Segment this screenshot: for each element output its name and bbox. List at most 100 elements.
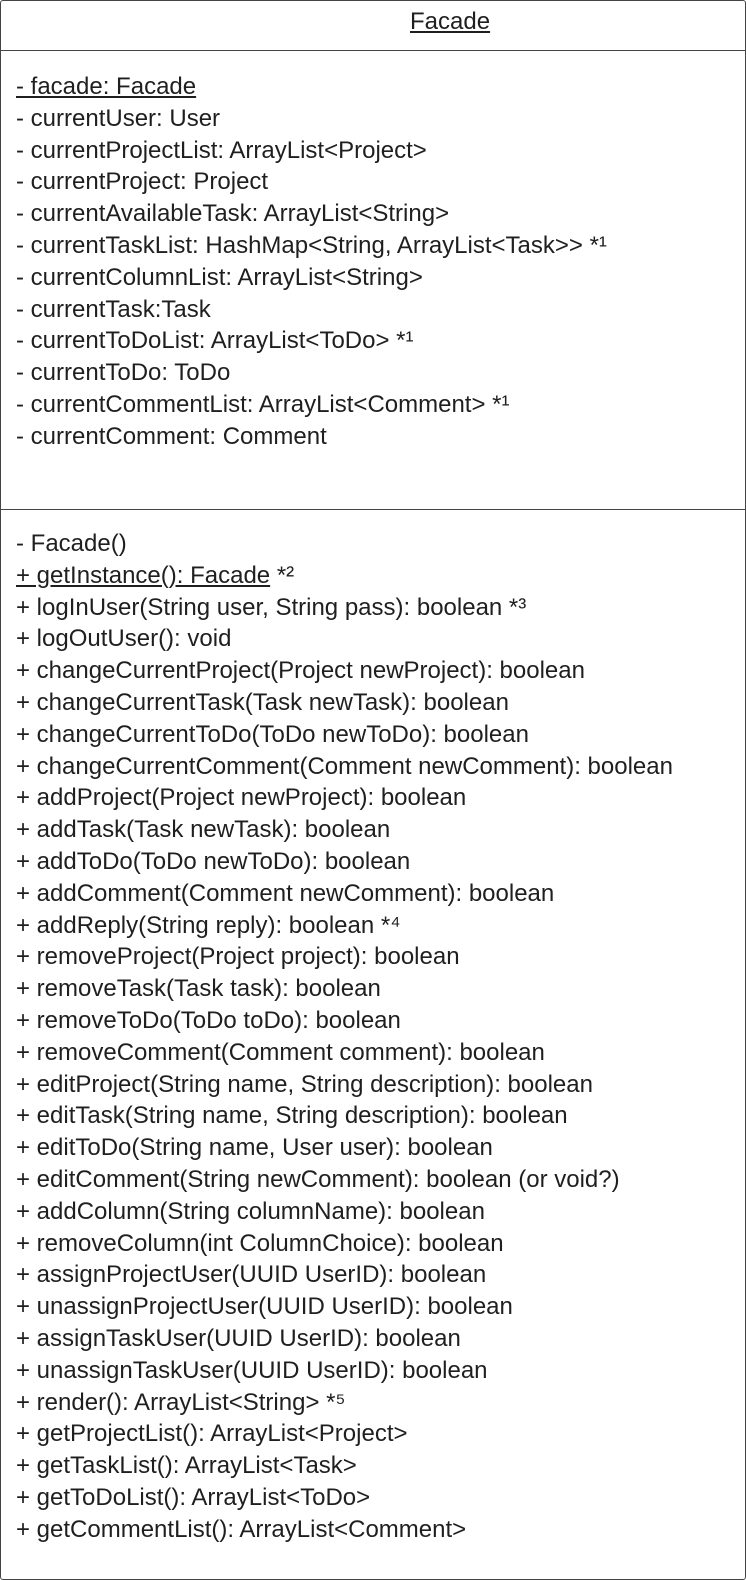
operation-row-text: + editToDo(String name, User user): bool… [16,1134,493,1162]
operation-row: + unassignProjectUser(UUID UserID): bool… [16,1291,673,1323]
attribute-row: - currentTaskList: HashMap<String, Array… [16,230,607,262]
attribute-row-text: - currentAvailableTask: ArrayList<String… [16,200,450,228]
footnote-marker: *¹ [485,390,510,418]
attribute-row: - currentAvailableTask: ArrayList<String… [16,198,607,230]
operation-row-text: - Facade() [16,530,127,557]
operation-row-text: + logInUser(String user, String pass): b… [16,593,503,621]
operation-row: + assignTaskUser(UUID UserID): boolean [16,1323,673,1355]
attribute-row-text: - currentTaskList: HashMap<String, Array… [16,231,583,259]
operation-row-text: + getTaskList(): ArrayList<Task> [16,1452,357,1480]
footnote-marker: *⁴ [374,911,401,939]
operation-row: + changeCurrentTask(Task newTask): boole… [16,687,673,719]
operation-row: + removeColumn(int ColumnChoice): boolea… [16,1228,673,1260]
operation-row-text: + editComment(String newComment): boolea… [16,1165,620,1193]
operation-row: + addReply(String reply): boolean *⁴ [16,910,673,942]
operation-row: + render(): ArrayList<String> *⁵ [16,1387,673,1419]
attribute-row-text: - facade: Facade [16,73,197,100]
attribute-row-text: - currentComment: Comment [16,422,327,450]
attribute-row: - currentToDoList: ArrayList<ToDo> *¹ [16,325,607,357]
operation-row: + changeCurrentToDo(ToDo newToDo): boole… [16,719,673,751]
attribute-row: - currentProjectList: ArrayList<Project> [16,135,607,167]
attribute-row: - currentCommentList: ArrayList<Comment>… [16,389,607,421]
operation-row: + getCommentList(): ArrayList<Comment> [16,1514,673,1546]
operation-row: + unassignTaskUser(UUID UserID): boolean [16,1355,673,1387]
operation-row: + addComment(Comment newComment): boolea… [16,878,673,910]
operation-row-text: + addProject(Project newProject): boolea… [16,784,467,812]
operation-row: + getToDoList(): ArrayList<ToDo> [16,1482,673,1514]
operation-row-text: + editProject(String name, String descri… [16,1070,593,1098]
operation-row-text: + unassignTaskUser(UUID UserID): boolean [16,1356,488,1384]
operation-row: + addColumn(String columnName): boolean [16,1196,673,1228]
operation-row: + getTaskList(): ArrayList<Task> [16,1450,673,1482]
attribute-row: - currentProject: Project [16,166,607,198]
attribute-row-text: - currentCommentList: ArrayList<Comment> [16,390,486,418]
operation-row: + removeComment(Comment comment): boolea… [16,1037,673,1069]
operation-row-text: + removeColumn(int ColumnChoice): boolea… [16,1229,504,1257]
operation-row-text: + assignProjectUser(UUID UserID): boolea… [16,1261,487,1289]
operation-row: + changeCurrentComment(Comment newCommen… [16,751,673,783]
operation-row-text: + assignTaskUser(UUID UserID): boolean [16,1324,461,1352]
attribute-row: - currentToDo: ToDo [16,357,607,389]
operation-row: + addTask(Task newTask): boolean [16,814,673,846]
operation-row: + logOutUser(): void [16,623,673,655]
operation-row-text: + logOutUser(): void [16,625,232,653]
operation-row: + removeProject(Project project): boolea… [16,941,673,973]
attribute-row-text: - currentProject: Project [16,168,269,196]
operation-row: + getInstance(): Facade *² [16,560,673,592]
operation-row: + editTask(String name, String descripti… [16,1100,673,1132]
operation-row-text: + getToDoList(): ArrayList<ToDo> [16,1483,371,1511]
operation-row-text: + changeCurrentComment(Comment newCommen… [16,752,673,780]
operation-row: + changeCurrentProject(Project newProjec… [16,655,673,687]
operation-row: + logInUser(String user, String pass): b… [16,592,673,624]
operation-row-text: + render(): ArrayList<String> [16,1388,320,1416]
operation-row: + getProjectList(): ArrayList<Project> [16,1418,673,1450]
operation-row-text: + changeCurrentToDo(ToDo newToDo): boole… [16,720,529,748]
operation-row: + editComment(String newComment): boolea… [16,1164,673,1196]
operation-row-text: + unassignProjectUser(UUID UserID): bool… [16,1293,513,1321]
operation-row: + addToDo(ToDo newToDo): boolean [16,846,673,878]
operation-row: - Facade() [16,528,673,560]
uml-class-box: Facade - facade: Facade - currentUser: Us… [0,0,746,1580]
attribute-row: - currentUser: User [16,103,607,135]
attribute-row: - facade: Facade [16,71,607,103]
footnote-marker: *¹ [582,231,607,259]
operation-row-text: + addReply(String reply): boolean [16,911,375,939]
operation-row-text: + addToDo(ToDo newToDo): boolean [16,847,411,875]
attribute-list: - facade: Facade - currentUser: User - cur… [16,71,607,453]
operations-compartment: - Facade() + getInstance(): Facade *² + lo… [1,510,745,1579]
operation-row: + addProject(Project newProject): boolea… [16,782,673,814]
footnote-marker: *⁵ [319,1388,346,1416]
operation-row: + editProject(String name, String descri… [16,1069,673,1101]
attribute-row-text: - currentColumnList: ArrayList<String> [16,263,423,291]
operation-row: + assignProjectUser(UUID UserID): boolea… [16,1259,673,1291]
operation-row-text: + addColumn(String columnName): boolean [16,1197,485,1225]
operation-list: - Facade() + getInstance(): Facade *² + lo… [16,528,673,1546]
operation-row: + removeToDo(ToDo toDo): boolean [16,1005,673,1037]
attribute-row: - currentTask:Task [16,294,607,326]
operation-row: + removeTask(Task task): boolean [16,973,673,1005]
attribute-row-text: - currentProjectList: ArrayList<Project> [16,136,427,164]
attributes-compartment: - facade: Facade - currentUser: User - cur… [1,51,745,510]
class-name-compartment: Facade [1,1,745,51]
attribute-row: - currentColumnList: ArrayList<String> [16,262,607,294]
footnote-marker: *¹ [389,327,414,355]
operation-row-text: + editTask(String name, String descripti… [16,1102,568,1130]
operation-row-text: + removeProject(Project project): boolea… [16,943,460,971]
operation-row-text: + removeTask(Task task): boolean [16,975,381,1003]
operation-row: + editToDo(String name, User user): bool… [16,1132,673,1164]
attribute-row-text: - currentToDo: ToDo [16,359,231,387]
footnote-marker: *² [270,561,295,589]
footnote-marker: *³ [502,593,527,621]
operation-row-text: + getCommentList(): ArrayList<Comment> [16,1515,467,1543]
operation-row-text: + getInstance(): Facade [16,561,271,589]
operation-row-text: + addTask(Task newTask): boolean [16,816,391,844]
operation-row-text: + getProjectList(): ArrayList<Project> [16,1420,408,1448]
operation-row-text: + removeToDo(ToDo toDo): boolean [16,1006,401,1034]
attribute-row-text: - currentTask:Task [16,295,211,323]
class-name: Facade [410,8,491,35]
attribute-row-text: - currentUser: User [16,104,221,132]
operation-row-text: + changeCurrentTask(Task newTask): boole… [16,688,509,716]
operation-row-text: + changeCurrentProject(Project newProjec… [16,657,585,685]
attribute-row-text: - currentToDoList: ArrayList<ToDo> [16,327,390,355]
operation-row-text: + addComment(Comment newComment): boolea… [16,879,555,907]
